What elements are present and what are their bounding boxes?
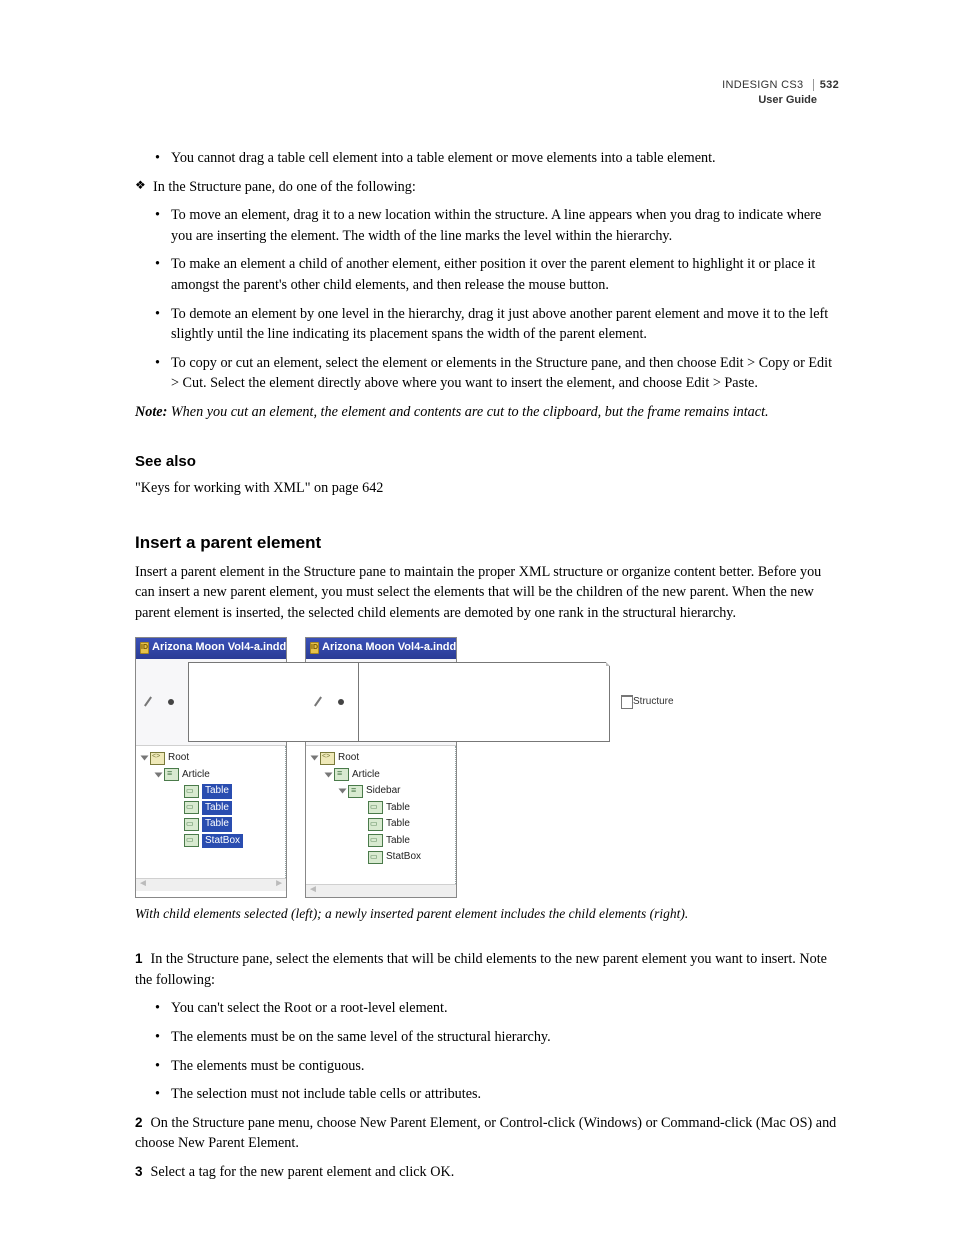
- note-text: When you cut an element, the element and…: [171, 404, 769, 420]
- bullet-item: To demote an element by one level in the…: [153, 304, 839, 345]
- bullet-item: The selection must not include table cel…: [153, 1084, 839, 1105]
- bullet-item: The elements must be contiguous.: [153, 1056, 839, 1077]
- tree-item[interactable]: Table: [368, 800, 453, 817]
- node-label-selected: StatBox: [202, 834, 243, 849]
- edit-icon[interactable]: [312, 696, 324, 708]
- node-label-selected: Table: [202, 784, 232, 799]
- node-label: Table: [386, 817, 410, 832]
- element-icon: [184, 834, 199, 847]
- element-icon: [368, 851, 383, 864]
- node-label: Table: [386, 834, 410, 849]
- section-heading: Insert a parent element: [135, 531, 839, 556]
- node-label: StatBox: [386, 850, 421, 865]
- page-number: 532: [813, 79, 839, 91]
- note-label: Note:: [135, 404, 167, 420]
- tree-item[interactable]: StatBox: [184, 833, 283, 850]
- step-number: 2: [135, 1115, 143, 1130]
- pane-title-text: Arizona Moon Vol4-a.indd: [152, 640, 286, 656]
- node-label: Table: [386, 801, 410, 816]
- element-icon: [368, 801, 383, 814]
- node-label: Article: [352, 768, 380, 783]
- element-icon: [184, 785, 199, 798]
- disclosure-icon[interactable]: [311, 756, 319, 761]
- tree-article[interactable]: Article: [326, 767, 453, 784]
- product-name: INDESIGN CS3: [722, 79, 803, 91]
- tree-item[interactable]: Table: [368, 833, 453, 850]
- body-content: You cannot drag a table cell element int…: [135, 148, 839, 1183]
- element-icon: [348, 785, 363, 798]
- document-badge-icon: ID: [310, 642, 319, 654]
- tree-item[interactable]: StatBox: [368, 849, 453, 866]
- tree-item[interactable]: Table: [368, 816, 453, 833]
- tree-body: Root Article Table Table: [136, 746, 286, 878]
- step-1: 1In the Structure pane, select the eleme…: [135, 949, 839, 990]
- section-intro: Insert a parent element in the Structure…: [135, 562, 839, 624]
- guide-label: User Guide: [722, 93, 839, 108]
- bullet-item: To move an element, drag it to a new loc…: [153, 205, 839, 246]
- scrollbar[interactable]: [136, 878, 286, 891]
- structure-tab[interactable]: Structure: [633, 695, 674, 710]
- step-text: On the Structure pane menu, choose New P…: [135, 1115, 836, 1152]
- figure-caption: With child elements selected (left); a n…: [135, 904, 839, 924]
- tree-item[interactable]: Table: [184, 783, 283, 800]
- disclosure-icon[interactable]: [155, 772, 163, 777]
- tree-body: Root Article Sidebar Table: [306, 746, 456, 884]
- tree-sidebar[interactable]: Sidebar: [340, 783, 453, 800]
- attribute-icon[interactable]: [165, 696, 177, 708]
- tree-root[interactable]: Root: [142, 750, 283, 767]
- tree-article[interactable]: Article: [156, 767, 283, 784]
- structure-pane-left: ID Arizona Moon Vol4-a.indd Structure: [135, 637, 287, 897]
- bullet-item: To make an element a child of another el…: [153, 254, 839, 295]
- node-label: Root: [338, 751, 359, 766]
- pane-titlebar: ID Arizona Moon Vol4-a.indd: [306, 638, 456, 659]
- scrollbar[interactable]: [306, 884, 456, 897]
- bullet-item: You cannot drag a table cell element int…: [153, 148, 839, 169]
- running-header: INDESIGN CS3 532 User Guide: [722, 78, 839, 108]
- attribute-icon[interactable]: [335, 696, 347, 708]
- procedure-lead: In the Structure pane, do one of the fol…: [135, 177, 839, 198]
- tree-item[interactable]: Table: [184, 816, 283, 833]
- bullet-item: You can't select the Root or a root-leve…: [153, 998, 839, 1019]
- disclosure-icon[interactable]: [325, 772, 333, 777]
- element-icon: [334, 768, 349, 781]
- step-text: Select a tag for the new parent element …: [151, 1164, 455, 1180]
- step-number: 1: [135, 951, 143, 966]
- bullet-item: To copy or cut an element, select the el…: [153, 353, 839, 394]
- step-number: 3: [135, 1164, 143, 1179]
- step-3: 3 Select a tag for the new parent element…: [135, 1162, 839, 1183]
- element-icon: [368, 818, 383, 831]
- pane-titlebar: ID Arizona Moon Vol4-a.indd: [136, 638, 286, 659]
- element-icon: [184, 801, 199, 814]
- tag-icon: [150, 752, 165, 765]
- node-label: Sidebar: [366, 784, 400, 799]
- element-icon: [164, 768, 179, 781]
- element-icon: [184, 818, 199, 831]
- cross-reference: "Keys for working with XML" on page 642: [135, 478, 839, 499]
- pane-title-text: Arizona Moon Vol4-a.indd: [322, 640, 456, 656]
- disclosure-icon[interactable]: [339, 789, 347, 794]
- pane-toolbar: Structure: [136, 659, 286, 746]
- node-label-selected: Table: [202, 801, 232, 816]
- page: INDESIGN CS3 532 User Guide You cannot d…: [0, 0, 954, 1235]
- note-block: Note: When you cut an element, the eleme…: [135, 402, 839, 423]
- edit-icon[interactable]: [142, 696, 154, 708]
- tag-icon: [320, 752, 335, 765]
- document-badge-icon: ID: [140, 642, 149, 654]
- see-also-heading: See also: [135, 451, 839, 473]
- node-label-selected: Table: [202, 817, 232, 832]
- step-text: In the Structure pane, select the elemen…: [135, 951, 827, 988]
- tree-item[interactable]: Table: [184, 800, 283, 817]
- figure-group: ID Arizona Moon Vol4-a.indd Structure: [135, 637, 839, 897]
- element-icon: [368, 834, 383, 847]
- disclosure-icon[interactable]: [141, 756, 149, 761]
- new-element-icon[interactable]: [358, 662, 610, 742]
- node-label: Article: [182, 768, 210, 783]
- bullet-item: The elements must be on the same level o…: [153, 1027, 839, 1048]
- node-label: Root: [168, 751, 189, 766]
- step-2: 2On the Structure pane menu, choose New …: [135, 1113, 839, 1154]
- trash-icon[interactable]: [621, 695, 633, 709]
- tree-root[interactable]: Root: [312, 750, 453, 767]
